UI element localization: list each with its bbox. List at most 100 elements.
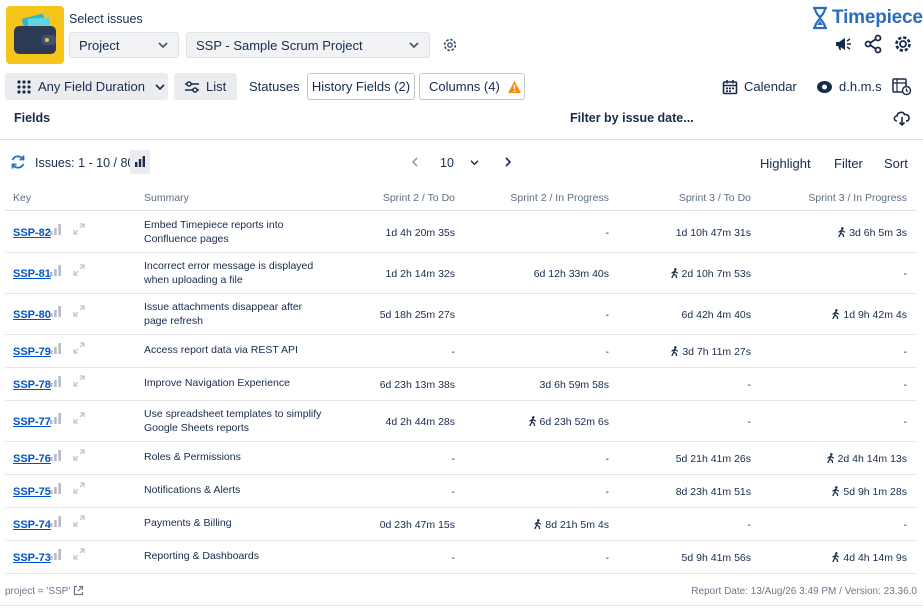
issue-key-link[interactable]: SSP-73	[13, 552, 51, 564]
issue-key-link[interactable]: SSP-81	[13, 268, 51, 280]
walking-person-icon	[534, 518, 542, 529]
fields-label[interactable]: Fields	[14, 111, 50, 125]
header-sprint2-inprogress[interactable]: Sprint 2 / In Progress	[510, 192, 609, 204]
duration-cell: -	[452, 453, 456, 465]
jql-query[interactable]: project = 'SSP'	[5, 585, 84, 597]
duration-cell: 0d 23h 47m 15s	[380, 519, 455, 531]
expand-icon[interactable]	[73, 374, 85, 387]
query-settings-gear-icon[interactable]	[441, 36, 459, 54]
calendar-button[interactable]: Calendar	[722, 73, 797, 100]
issue-summary: Access report data via REST API	[144, 344, 298, 356]
filter-button[interactable]: Filter	[834, 156, 863, 171]
highlight-button[interactable]: Highlight	[760, 156, 811, 171]
header-key[interactable]: Key	[13, 192, 31, 204]
header-sprint3-todo[interactable]: Sprint 3 / To Do	[679, 192, 751, 204]
expand-icon[interactable]	[73, 411, 85, 424]
project-dropdown[interactable]: SSP - Sample Scrum Project	[186, 32, 430, 58]
issue-key-link[interactable]: SSP-82	[13, 227, 51, 239]
history-fields-button[interactable]: History Fields (2)	[307, 73, 415, 100]
duration-cell: 6d 42h 4m 40s	[682, 309, 751, 321]
expand-icon[interactable]	[73, 304, 85, 317]
issue-summary: Incorrect error message is displayed whe…	[144, 260, 314, 286]
bar-chart-icon[interactable]	[50, 482, 62, 494]
next-page-icon[interactable]	[503, 156, 513, 168]
bar-chart-icon[interactable]	[50, 548, 62, 560]
duration-cell: 5d 21h 41m 26s	[676, 453, 751, 465]
sort-button[interactable]: Sort	[884, 156, 908, 171]
project-type-dropdown[interactable]: Project	[69, 32, 179, 58]
duration-value: -	[605, 485, 610, 498]
issue-key-link[interactable]: SSP-76	[13, 453, 51, 465]
issue-key-link[interactable]: SSP-74	[13, 519, 51, 531]
header-sprint3-inprogress[interactable]: Sprint 3 / In Progress	[808, 192, 907, 204]
table-row: SSP-76 Roles & Permissions - - 5d 21h 41m 26…	[5, 442, 917, 475]
time-format-button[interactable]: d.h.m.s	[816, 73, 882, 100]
bar-chart-icon[interactable]	[50, 223, 62, 235]
share-icon[interactable]	[863, 34, 883, 54]
walking-person-icon	[838, 226, 846, 237]
duration-cell: 3d 7h 11m 27s	[670, 346, 751, 358]
calendar-icon	[722, 79, 738, 94]
duration-value: 1d 10h 47m 31s	[675, 226, 751, 239]
issue-key-link[interactable]: SSP-80	[13, 309, 51, 321]
issue-key-link[interactable]: SSP-79	[13, 346, 51, 358]
table-row: SSP-73 Reporting & Dashboards - - 5d 9h 41m …	[5, 541, 917, 574]
table-row: SSP-80 Issue attachments disappear after …	[5, 294, 917, 335]
duration-cell: -	[748, 416, 752, 428]
project-type-value: Project	[79, 37, 120, 53]
bar-chart-icon[interactable]	[50, 412, 62, 424]
duration-value: -	[605, 452, 610, 465]
refresh-icon[interactable]	[10, 154, 26, 170]
previous-page-icon[interactable]	[410, 156, 420, 168]
page-size-value[interactable]: 10	[440, 156, 454, 170]
issue-key-link[interactable]: SSP-75	[13, 486, 51, 498]
calendar-label: Calendar	[744, 79, 797, 94]
columns-label: Columns (4)	[429, 79, 500, 94]
header-sprint2-todo[interactable]: Sprint 2 / To Do	[383, 192, 455, 204]
duration-value: 2d 4h 14m 13s	[837, 452, 907, 465]
table-row: SSP-75 Notifications & Alerts - - 8d 23h 41m…	[5, 475, 917, 508]
walking-person-icon	[832, 485, 840, 496]
announcement-megaphone-icon[interactable]	[833, 34, 853, 54]
duration-value: 1d 2h 14m 32s	[385, 267, 455, 280]
warning-icon	[507, 80, 521, 93]
select-issues-label: Select issues	[69, 12, 143, 26]
duration-dropdown[interactable]: Any Field Duration	[5, 73, 168, 100]
expand-icon[interactable]	[73, 514, 85, 527]
expand-icon[interactable]	[73, 222, 85, 235]
expand-icon[interactable]	[73, 341, 85, 354]
chevron-down-icon[interactable]	[470, 159, 479, 166]
walking-person-icon	[671, 345, 679, 356]
expand-icon[interactable]	[73, 448, 85, 461]
hourglass-icon	[813, 6, 827, 30]
list-view-button[interactable]: List	[174, 73, 237, 100]
export-table-icon[interactable]	[892, 78, 912, 96]
duration-cell: 6d 12h 33m 40s	[534, 268, 609, 280]
duration-value: -	[747, 415, 752, 428]
settings-gear-icon[interactable]	[893, 34, 913, 54]
header-summary[interactable]: Summary	[144, 192, 189, 204]
bar-chart-icon[interactable]	[50, 342, 62, 354]
bar-chart-icon[interactable]	[50, 515, 62, 527]
chart-toggle-button[interactable]	[130, 150, 150, 174]
duration-value: 5d 9h 1m 28s	[843, 485, 907, 498]
issue-key-link[interactable]: SSP-77	[13, 416, 51, 428]
bar-chart-icon[interactable]	[50, 449, 62, 461]
duration-cell: 5d 9h 41m 56s	[682, 552, 751, 564]
duration-value: 8d 21h 5m 4s	[545, 518, 609, 531]
duration-value: -	[605, 551, 610, 564]
bar-chart-icon[interactable]	[50, 375, 62, 387]
columns-button[interactable]: Columns (4)	[419, 73, 525, 100]
cloud-download-icon[interactable]	[892, 109, 912, 127]
expand-icon[interactable]	[73, 547, 85, 560]
table-row: SSP-79 Access report data via REST API - - 3…	[5, 335, 917, 368]
bar-chart-icon[interactable]	[50, 264, 62, 276]
duration-cell: -	[904, 519, 908, 531]
statuses-button[interactable]: Statuses	[249, 73, 300, 100]
expand-icon[interactable]	[73, 263, 85, 276]
expand-icon[interactable]	[73, 481, 85, 494]
issue-key-link[interactable]: SSP-78	[13, 379, 51, 391]
duration-value: -	[451, 345, 456, 358]
bar-chart-icon[interactable]	[50, 305, 62, 317]
filter-by-date-button[interactable]: Filter by issue date...	[570, 111, 694, 125]
